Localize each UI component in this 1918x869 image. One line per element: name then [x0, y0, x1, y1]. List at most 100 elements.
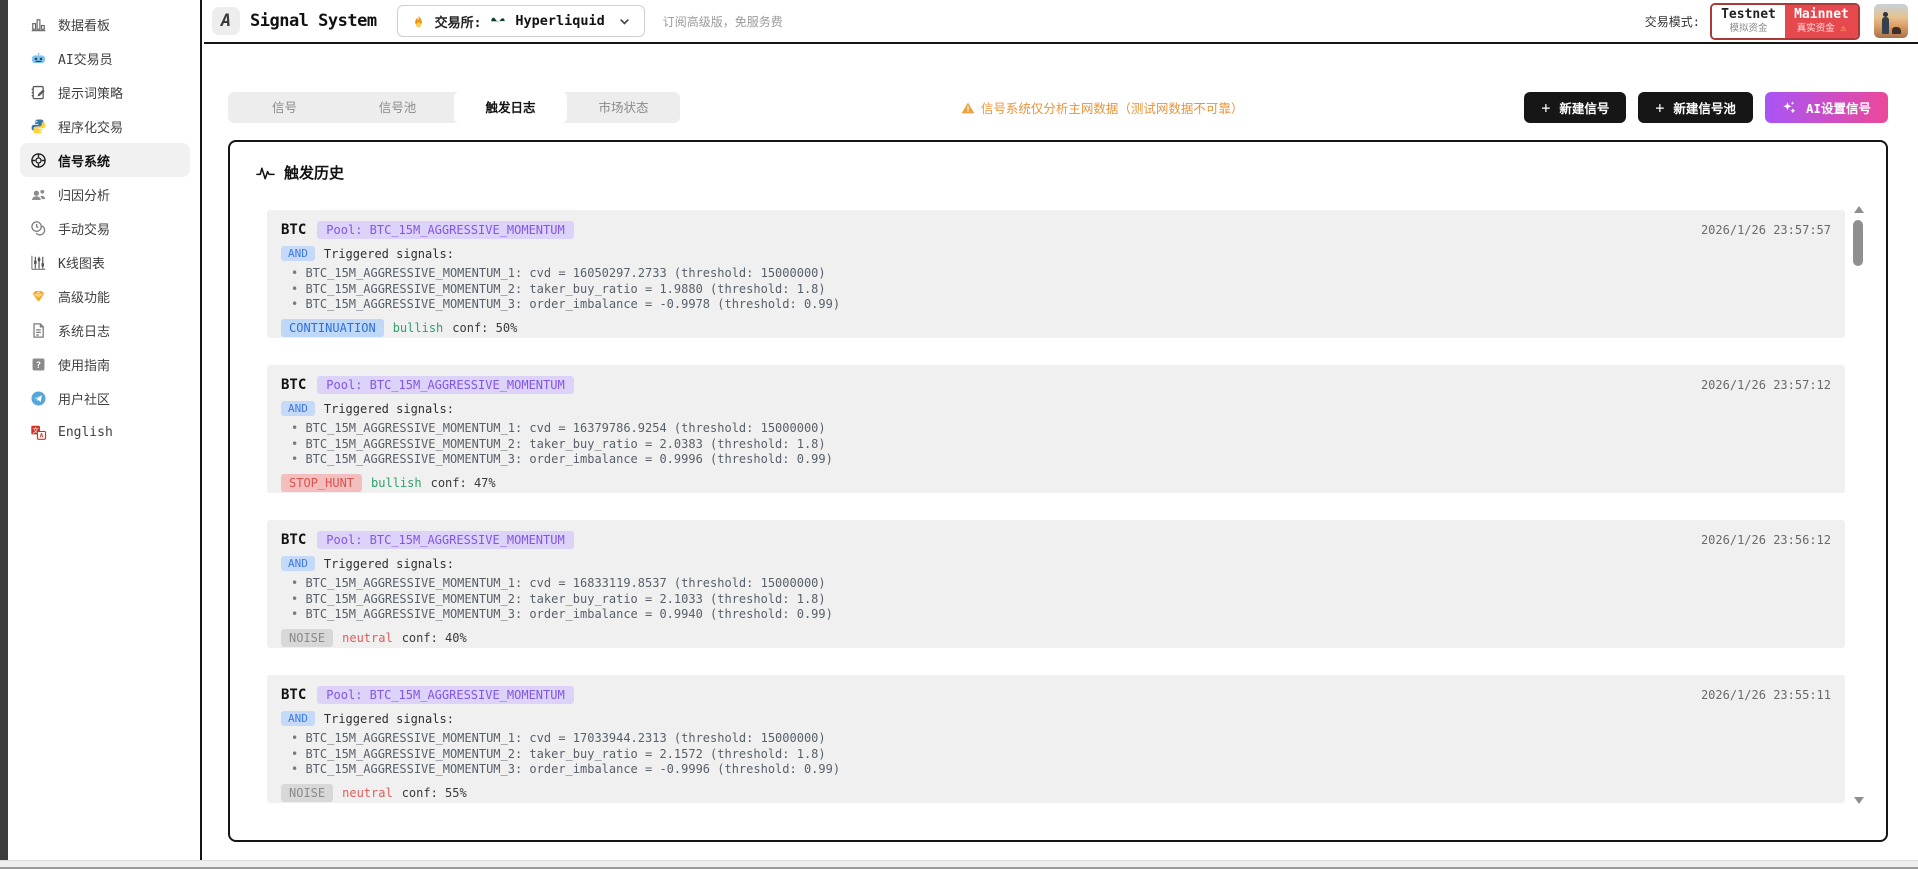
signal-line: BTC_15M_AGGRESSIVE_MOMENTUM_1: cvd = 170… [281, 731, 1831, 747]
sidebar-item-dashboard[interactable]: 数据看板 [20, 7, 190, 41]
user-avatar[interactable] [1874, 4, 1908, 38]
symbol-label: BTC [281, 532, 307, 548]
tab-market-state[interactable]: 市场状态 [567, 92, 680, 123]
tab-trigger-log[interactable]: 触发日志 [454, 92, 567, 123]
new-signal-button[interactable]: + 新建信号 [1524, 92, 1627, 123]
panel-title: 触发历史 [284, 164, 345, 182]
sidebar-item-label: 程序化交易 [58, 120, 124, 136]
sidebar-item-community[interactable]: 用户社区 [20, 381, 190, 415]
classification-badge: CONTINUATION [281, 318, 384, 337]
target-icon [30, 152, 47, 169]
sidebar-item-ai-trader[interactable]: AI交易员 [20, 41, 190, 75]
card-classification-row: STOP_HUNT bullish conf: 47% [281, 473, 1831, 492]
signal-line: BTC_15M_AGGRESSIVE_MOMENTUM_1: cvd = 168… [281, 576, 1831, 592]
sidebar-item-label: 提示词策略 [58, 86, 124, 102]
sentiment-label: bullish [392, 320, 444, 335]
scrollbar-thumb[interactable] [1853, 220, 1863, 266]
pool-badge: Pool: BTC_15M_AGGRESSIVE_MOMENTUM [317, 376, 574, 394]
signal-line: BTC_15M_AGGRESSIVE_MOMENTUM_3: order_imb… [281, 297, 1831, 313]
signal-line: BTC_15M_AGGRESSIVE_MOMENTUM_3: order_imb… [281, 452, 1831, 468]
signal-line: BTC_15M_AGGRESSIVE_MOMENTUM_1: cvd = 163… [281, 421, 1831, 437]
mainnet-button[interactable]: Mainnet 真实资金 ⚠ [1785, 4, 1858, 38]
sidebar-item-kline-chart[interactable]: K线图表 [20, 245, 190, 279]
logic-badge: AND [281, 246, 315, 261]
confidence-label: conf: 47% [430, 475, 496, 490]
sidebar-item-label: 数据看板 [58, 18, 111, 34]
signal-line: BTC_15M_AGGRESSIVE_MOMENTUM_2: taker_buy… [281, 437, 1831, 453]
toolbar: 信号 信号池 触发日志 市场状态 信号系统仅分析主网数据（测试网数据不可靠） +… [228, 92, 1888, 123]
new-signal-pool-button[interactable]: + 新建信号池 [1638, 92, 1753, 123]
signal-line: BTC_15M_AGGRESSIVE_MOMENTUM_3: order_imb… [281, 607, 1831, 623]
sidebar-item-label: 使用指南 [58, 358, 111, 374]
card-header-row: BTC Pool: BTC_15M_AGGRESSIVE_MOMENTUM 20… [281, 376, 1831, 394]
testnet-button[interactable]: Testnet 模拟资金 [1712, 4, 1785, 38]
people-icon [30, 186, 47, 203]
sidebar-item-manual-trading[interactable]: 手动交易 [20, 211, 190, 245]
ai-setup-signal-button[interactable]: AI设置信号 [1764, 92, 1888, 123]
card-classification-row: NOISE neutral conf: 55% [281, 783, 1831, 802]
sidebar-item-label: AI交易员 [58, 52, 113, 68]
sidebar-nav: 数据看板 AI交易员 提示词策略 程序化交易 信号系统 归因分析 手动交易 K线… [8, 7, 200, 449]
card-logic-row: AND Triggered signals: [281, 246, 1831, 261]
logic-badge: AND [281, 556, 315, 571]
trigger-timestamp: 2026/1/26 23:57:57 [1700, 223, 1831, 237]
sidebar-item-signal-system[interactable]: 信号系统 [20, 143, 190, 177]
horizontal-scrollbar[interactable] [0, 860, 1918, 869]
classification-badge: NOISE [281, 628, 334, 647]
network-mode-toggle: Testnet 模拟资金 Mainnet 真实资金 ⚠ [1710, 2, 1860, 40]
trigger-history-panel: 触发历史 BTC Pool: BTC_15M_AGGRESSIVE_MOMENT… [228, 140, 1888, 842]
vertical-scrollbar[interactable] [1852, 206, 1866, 804]
sidebar-item-advanced-features[interactable]: 高级功能 [20, 279, 190, 313]
sidebar-item-prompt-strategy[interactable]: 提示词策略 [20, 75, 190, 109]
sidebar-item-english[interactable]: 文A English [20, 415, 190, 449]
trigger-timestamp: 2026/1/26 23:56:12 [1700, 533, 1831, 547]
notebook-icon [30, 84, 47, 101]
warning-icon: ⚠ [1840, 23, 1847, 35]
scroll-down-arrow[interactable] [1854, 797, 1864, 804]
sidebar-item-attribution-analysis[interactable]: 归因分析 [20, 177, 190, 211]
confidence-label: conf: 50% [452, 320, 518, 335]
triggered-signals-heading: Triggered signals: [323, 246, 454, 261]
exchange-selector[interactable]: 交易所: Hyperliquid [396, 5, 645, 37]
coins-icon [30, 220, 47, 237]
card-header-row: BTC Pool: BTC_15M_AGGRESSIVE_MOMENTUM 20… [281, 686, 1831, 704]
sentiment-label: neutral [342, 785, 393, 800]
warning-wrapper: 信号系统仅分析主网数据（测试网数据不可靠） [680, 98, 1524, 117]
warning-text: 信号系统仅分析主网数据（测试网数据不可靠） [980, 101, 1244, 116]
bar-chart-icon [30, 16, 47, 33]
logic-badge: AND [281, 401, 315, 416]
document-icon [30, 322, 47, 339]
robot-icon [30, 50, 47, 67]
window-edge-strip [0, 0, 8, 869]
sidebar-item-label: 手动交易 [58, 222, 111, 238]
svg-text:A: A [40, 432, 44, 439]
signal-line: BTC_15M_AGGRESSIVE_MOMENTUM_2: taker_buy… [281, 747, 1831, 763]
tab-signals[interactable]: 信号 [228, 92, 341, 123]
sidebar-item-system-logs[interactable]: 系统日志 [20, 313, 190, 347]
sidebar-item-programmatic-trading[interactable]: 程序化交易 [20, 109, 190, 143]
warning-triangle-icon [961, 101, 975, 115]
trigger-card: BTC Pool: BTC_15M_AGGRESSIVE_MOMENTUM 20… [267, 210, 1845, 338]
card-header-row: BTC Pool: BTC_15M_AGGRESSIVE_MOMENTUM 20… [281, 221, 1831, 239]
question-icon: ? [30, 356, 47, 373]
chevron-down-icon [618, 15, 631, 28]
trigger-card: BTC Pool: BTC_15M_AGGRESSIVE_MOMENTUM 20… [267, 520, 1845, 648]
card-classification-row: CONTINUATION bullish conf: 50% [281, 318, 1831, 337]
sparkles-icon [1782, 100, 1797, 115]
trigger-timestamp: 2026/1/26 23:57:12 [1700, 378, 1831, 392]
sidebar: 数据看板 AI交易员 提示词策略 程序化交易 信号系统 归因分析 手动交易 K线… [8, 0, 202, 869]
card-header-row: BTC Pool: BTC_15M_AGGRESSIVE_MOMENTUM 20… [281, 531, 1831, 549]
header: A Signal System 交易所: Hyperliquid 订阅高级版，免… [204, 0, 1918, 44]
sidebar-item-user-guide[interactable]: ? 使用指南 [20, 347, 190, 381]
sidebar-item-label: English [58, 424, 113, 440]
symbol-label: BTC [281, 222, 307, 238]
tab-signal-pools[interactable]: 信号池 [341, 92, 454, 123]
pool-badge: Pool: BTC_15M_AGGRESSIVE_MOMENTUM [317, 531, 574, 549]
signal-lines: BTC_15M_AGGRESSIVE_MOMENTUM_1: cvd = 160… [281, 266, 1831, 313]
signal-lines: BTC_15M_AGGRESSIVE_MOMENTUM_1: cvd = 170… [281, 731, 1831, 778]
scroll-up-arrow[interactable] [1854, 206, 1864, 213]
sidebar-item-label: 信号系统 [58, 154, 111, 170]
logic-badge: AND [281, 711, 315, 726]
symbol-label: BTC [281, 687, 307, 703]
exchange-value: Hyperliquid [515, 13, 605, 29]
